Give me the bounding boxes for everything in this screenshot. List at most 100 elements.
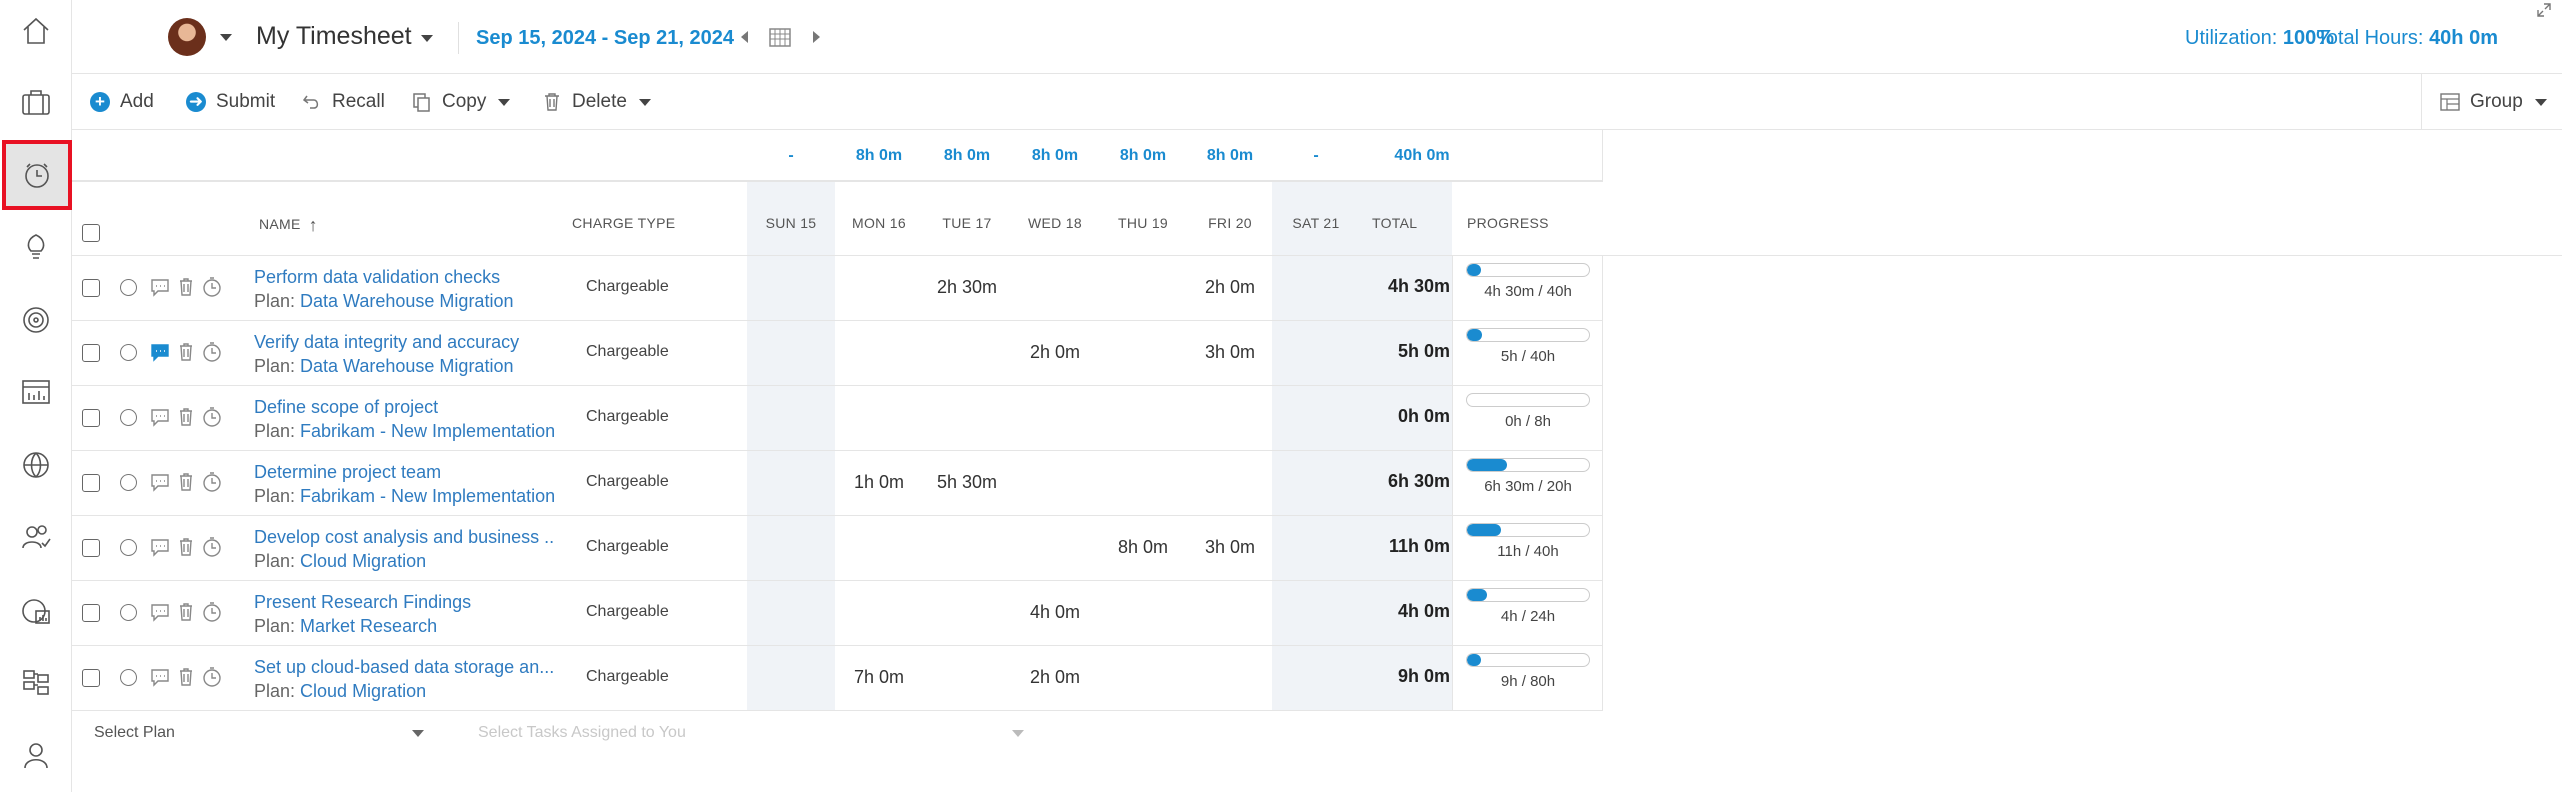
delete-button[interactable]: Delete bbox=[542, 90, 651, 114]
date-range-button[interactable]: Sep 15, 2024 - Sep 21, 2024 bbox=[476, 27, 734, 50]
plan-link[interactable]: Fabrikam - New Implementation bbox=[300, 421, 555, 441]
timer-icon[interactable] bbox=[202, 601, 222, 623]
timer-icon[interactable] bbox=[202, 341, 222, 363]
trash-icon[interactable] bbox=[176, 536, 196, 558]
charge-type[interactable]: Chargeable bbox=[586, 603, 669, 621]
task-name-link[interactable]: Verify data integrity and accuracy bbox=[254, 332, 554, 353]
task-name-link[interactable]: Develop cost analysis and business ... bbox=[254, 527, 554, 548]
table-row[interactable]: Develop cost analysis and business ... Pl… bbox=[72, 516, 1602, 581]
comment-icon[interactable] bbox=[150, 536, 170, 558]
task-name-link[interactable]: Determine project team bbox=[254, 462, 554, 483]
comment-icon[interactable] bbox=[150, 406, 170, 428]
sidebar-item-home[interactable] bbox=[0, 1, 72, 61]
status-radio[interactable] bbox=[120, 344, 137, 361]
table-row[interactable]: Define scope of project Plan: Fabrikam - … bbox=[72, 386, 1602, 451]
charge-type[interactable]: Chargeable bbox=[586, 278, 669, 296]
chevron-down-icon[interactable] bbox=[421, 35, 433, 42]
trash-icon[interactable] bbox=[176, 471, 196, 493]
status-radio[interactable] bbox=[120, 279, 137, 296]
select-plan-dropdown[interactable]: Select Plan bbox=[94, 724, 424, 742]
plan-link[interactable]: Fabrikam - New Implementation bbox=[300, 486, 555, 506]
charge-type[interactable]: Chargeable bbox=[586, 668, 669, 686]
select-tasks-dropdown[interactable]: Select Tasks Assigned to You bbox=[478, 724, 1024, 742]
table-row[interactable]: Perform data validation checks Plan: Data… bbox=[72, 256, 1602, 321]
sidebar-item-analytics[interactable] bbox=[0, 581, 72, 641]
sidebar-item-reports[interactable] bbox=[0, 362, 72, 422]
column-charge-type[interactable]: CHARGE TYPE bbox=[572, 215, 675, 231]
plan-link[interactable]: Cloud Migration bbox=[300, 681, 426, 701]
hours-cell-wed[interactable]: 4h 0m bbox=[1011, 602, 1099, 623]
row-checkbox[interactable] bbox=[82, 279, 100, 297]
sidebar-item-hierarchy[interactable] bbox=[0, 653, 72, 713]
comment-icon[interactable] bbox=[150, 471, 170, 493]
page-title[interactable]: My Timesheet bbox=[256, 22, 412, 51]
sidebar-item-goals[interactable] bbox=[0, 290, 72, 350]
sidebar-item-timesheet[interactable] bbox=[2, 140, 72, 210]
column-name[interactable]: NAME ↑ bbox=[259, 215, 318, 236]
status-radio[interactable] bbox=[120, 539, 137, 556]
comment-icon[interactable] bbox=[150, 601, 170, 623]
task-name-link[interactable]: Present Research Findings bbox=[254, 592, 554, 613]
group-button[interactable]: Group bbox=[2440, 90, 2547, 114]
next-week-icon[interactable] bbox=[813, 31, 820, 43]
avatar[interactable] bbox=[168, 18, 206, 56]
row-checkbox[interactable] bbox=[82, 409, 100, 427]
trash-icon[interactable] bbox=[176, 341, 196, 363]
trash-icon[interactable] bbox=[176, 276, 196, 298]
charge-type[interactable]: Chargeable bbox=[586, 343, 669, 361]
task-name-link[interactable]: Perform data validation checks bbox=[254, 267, 554, 288]
plan-link[interactable]: Data Warehouse Migration bbox=[300, 291, 513, 311]
hours-cell-fri[interactable]: 3h 0m bbox=[1186, 342, 1274, 363]
trash-icon[interactable] bbox=[176, 406, 196, 428]
charge-type[interactable]: Chargeable bbox=[586, 538, 669, 556]
recall-button[interactable]: Recall bbox=[302, 90, 385, 114]
task-name-link[interactable]: Set up cloud-based data storage an... bbox=[254, 657, 554, 678]
trash-icon[interactable] bbox=[176, 601, 196, 623]
row-checkbox[interactable] bbox=[82, 539, 100, 557]
table-row[interactable]: Verify data integrity and accuracy Plan: … bbox=[72, 321, 1602, 386]
row-checkbox[interactable] bbox=[82, 474, 100, 492]
status-radio[interactable] bbox=[120, 409, 137, 426]
task-name-link[interactable]: Define scope of project bbox=[254, 397, 554, 418]
sidebar-item-ideas[interactable] bbox=[0, 216, 72, 276]
hours-cell-thu[interactable]: 8h 0m bbox=[1099, 537, 1187, 558]
timer-icon[interactable] bbox=[202, 471, 222, 493]
table-row[interactable]: Determine project team Plan: Fabrikam - N… bbox=[72, 451, 1602, 516]
row-checkbox[interactable] bbox=[82, 669, 100, 687]
previous-week-icon[interactable] bbox=[741, 31, 748, 43]
plan-link[interactable]: Cloud Migration bbox=[300, 551, 426, 571]
timer-icon[interactable] bbox=[202, 406, 222, 428]
sidebar-item-resources[interactable] bbox=[0, 507, 72, 567]
timer-icon[interactable] bbox=[202, 276, 222, 298]
charge-type[interactable]: Chargeable bbox=[586, 408, 669, 426]
sidebar-item-profile[interactable] bbox=[0, 725, 72, 785]
hours-cell-fri[interactable]: 2h 0m bbox=[1186, 277, 1274, 298]
expand-icon[interactable] bbox=[2536, 2, 2552, 18]
hours-cell-tue[interactable]: 2h 30m bbox=[923, 277, 1011, 298]
status-radio[interactable] bbox=[120, 474, 137, 491]
comment-icon[interactable] bbox=[150, 666, 170, 688]
sidebar-item-projects[interactable] bbox=[0, 72, 72, 132]
hours-cell-mon[interactable]: 1h 0m bbox=[835, 472, 923, 493]
status-radio[interactable] bbox=[120, 669, 137, 686]
hours-cell-fri[interactable]: 3h 0m bbox=[1186, 537, 1274, 558]
comment-icon[interactable] bbox=[150, 341, 170, 363]
hours-cell-wed[interactable]: 2h 0m bbox=[1011, 342, 1099, 363]
plan-link[interactable]: Market Research bbox=[300, 616, 437, 636]
hours-cell-mon[interactable]: 7h 0m bbox=[835, 667, 923, 688]
timer-icon[interactable] bbox=[202, 666, 222, 688]
sidebar-item-portfolio[interactable] bbox=[0, 435, 72, 495]
chevron-down-icon[interactable] bbox=[220, 34, 232, 41]
table-row[interactable]: Present Research Findings Plan: Market Re… bbox=[72, 581, 1602, 646]
add-button[interactable]: + Add bbox=[90, 90, 154, 114]
hours-cell-wed[interactable]: 2h 0m bbox=[1011, 667, 1099, 688]
hours-cell-tue[interactable]: 5h 30m bbox=[923, 472, 1011, 493]
comment-icon[interactable] bbox=[150, 276, 170, 298]
submit-button[interactable]: ➜ Submit bbox=[186, 90, 275, 114]
timer-icon[interactable] bbox=[202, 536, 222, 558]
copy-button[interactable]: Copy bbox=[412, 90, 511, 114]
row-checkbox[interactable] bbox=[82, 604, 100, 622]
calendar-icon[interactable] bbox=[769, 27, 791, 47]
table-row[interactable]: Set up cloud-based data storage an... Pla… bbox=[72, 646, 1602, 711]
status-radio[interactable] bbox=[120, 604, 137, 621]
